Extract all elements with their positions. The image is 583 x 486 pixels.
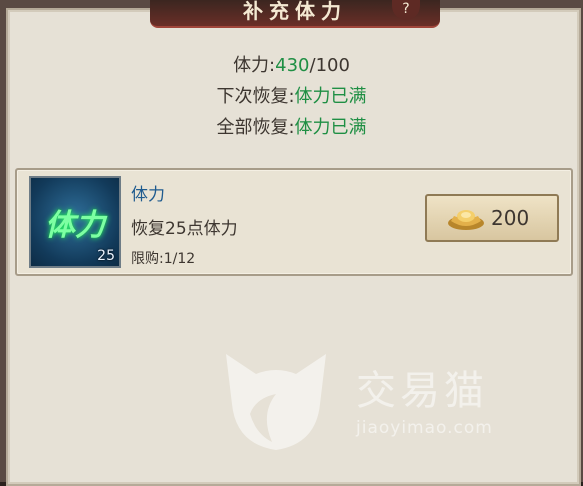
stamina-item-icon[interactable]: 体力 25 — [29, 176, 121, 268]
item-name: 体力 — [131, 185, 165, 205]
next-recover-row: 下次恢复:体力已满 — [0, 81, 583, 112]
stamina-stats: 体力:430/100 下次恢复:体力已满 全部恢复:体力已满 — [0, 50, 583, 143]
stamina-label: 体力: — [233, 55, 276, 76]
stamina-max: 100 — [315, 55, 350, 76]
gold-ingot-icon — [448, 210, 484, 230]
help-icon: ? — [402, 1, 410, 17]
jiaoyimao-logo-icon — [226, 354, 326, 450]
shop-item-card: 体力 25 体力 恢复25点体力 限购:1/12 200 — [15, 168, 573, 276]
stamina-row: 体力:430/100 — [0, 50, 583, 81]
item-description: 恢复25点体力 — [131, 219, 238, 239]
next-recover-value: 体力已满 — [294, 86, 367, 107]
watermark-url: jiaoyimao.com — [356, 418, 493, 438]
item-icon-text: 体力 — [45, 208, 105, 243]
all-recover-value: 体力已满 — [294, 117, 367, 138]
price-value: 200 — [491, 206, 530, 230]
buy-button[interactable]: 200 — [425, 194, 559, 242]
purchase-limit: 限购:1/12 — [131, 251, 196, 267]
next-recover-label: 下次恢复: — [216, 86, 295, 107]
stamina-current: 430 — [275, 55, 310, 76]
watermark: 交易猫 jiaoyimao.com — [210, 340, 540, 460]
all-recover-label: 全部恢复: — [216, 117, 295, 138]
item-count: 25 — [97, 248, 115, 264]
watermark-text: 交易猫 — [356, 368, 488, 414]
all-recover-row: 全部恢复:体力已满 — [0, 112, 583, 143]
panel-title: 补充体力 — [243, 0, 347, 23]
